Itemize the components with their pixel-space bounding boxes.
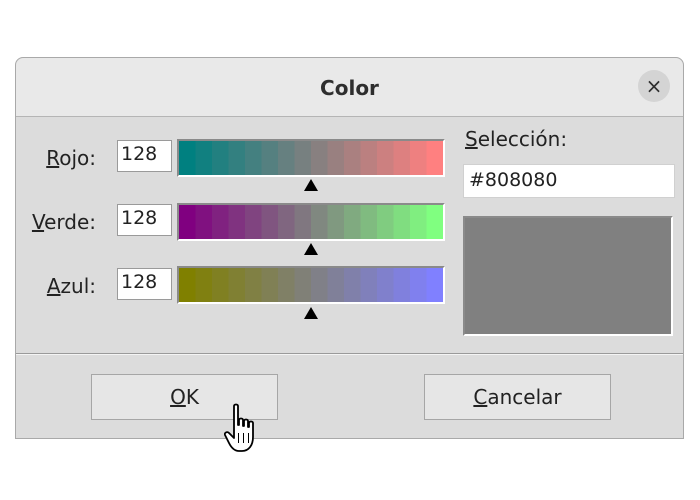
gradient-step [410, 268, 428, 302]
green-gradient-slider[interactable] [177, 203, 445, 241]
gradient-step [410, 141, 428, 175]
gradient-step [179, 141, 197, 175]
color-dialog: Color × Rojo: 128 Verde: 128 Azul: 128 S… [15, 57, 684, 439]
gradient-step [294, 205, 312, 239]
gradient-step [228, 141, 246, 175]
gradient-step [195, 205, 213, 239]
gradient-step [245, 205, 263, 239]
gradient-step [393, 205, 411, 239]
gradient-step [311, 268, 329, 302]
gradient-step [344, 141, 362, 175]
blue-slider-thumb[interactable] [304, 307, 318, 319]
gradient-step [393, 141, 411, 175]
gradient-step [311, 205, 329, 239]
red-slider-thumb[interactable] [304, 179, 318, 191]
gradient-step [278, 205, 296, 239]
gradient-step [360, 268, 378, 302]
gradient-step [245, 268, 263, 302]
close-icon: × [645, 74, 663, 98]
gradient-step [228, 268, 246, 302]
gradient-step [426, 141, 443, 175]
gradient-step [377, 268, 395, 302]
gradient-step [261, 205, 279, 239]
gradient-step [426, 205, 443, 239]
title-bar: Color × [16, 58, 683, 117]
cancel-button[interactable]: Cancelar [424, 374, 611, 420]
gradient-step [179, 268, 197, 302]
close-button[interactable]: × [638, 70, 670, 102]
green-label: Verde: [31, 210, 96, 234]
gradient-step [212, 268, 230, 302]
gradient-step [294, 141, 312, 175]
gradient-step [294, 268, 312, 302]
gradient-step [278, 141, 296, 175]
gradient-step [344, 205, 362, 239]
blue-value-field[interactable]: 128 [117, 268, 172, 300]
hand-pointer-icon [224, 403, 254, 452]
gradient-step [195, 141, 213, 175]
hex-color-field[interactable]: #808080 [463, 164, 675, 198]
gradient-step [410, 205, 428, 239]
gradient-step [327, 205, 345, 239]
gradient-step [327, 268, 345, 302]
gradient-step [179, 205, 197, 239]
gradient-step [344, 268, 362, 302]
gradient-step [278, 268, 296, 302]
gradient-step [360, 141, 378, 175]
green-value-field[interactable]: 128 [117, 204, 172, 236]
red-label: Rojo: [46, 146, 96, 170]
gradient-step [228, 205, 246, 239]
button-separator [16, 353, 683, 355]
gradient-step [195, 268, 213, 302]
gradient-step [393, 268, 411, 302]
gradient-step [311, 141, 329, 175]
color-preview-swatch [463, 216, 673, 336]
gradient-step [261, 141, 279, 175]
selection-label: Selección: [465, 127, 568, 151]
gradient-step [212, 141, 230, 175]
green-slider-thumb[interactable] [304, 243, 318, 255]
gradient-step [377, 205, 395, 239]
gradient-step [377, 141, 395, 175]
gradient-step [426, 268, 443, 302]
gradient-step [261, 268, 279, 302]
red-value-field[interactable]: 128 [117, 140, 172, 172]
gradient-step [212, 205, 230, 239]
red-gradient-slider[interactable] [177, 139, 445, 177]
gradient-step [245, 141, 263, 175]
gradient-step [360, 205, 378, 239]
dialog-title: Color [320, 76, 379, 100]
blue-label: Azul: [46, 274, 96, 298]
blue-gradient-slider[interactable] [177, 266, 445, 304]
gradient-step [327, 141, 345, 175]
